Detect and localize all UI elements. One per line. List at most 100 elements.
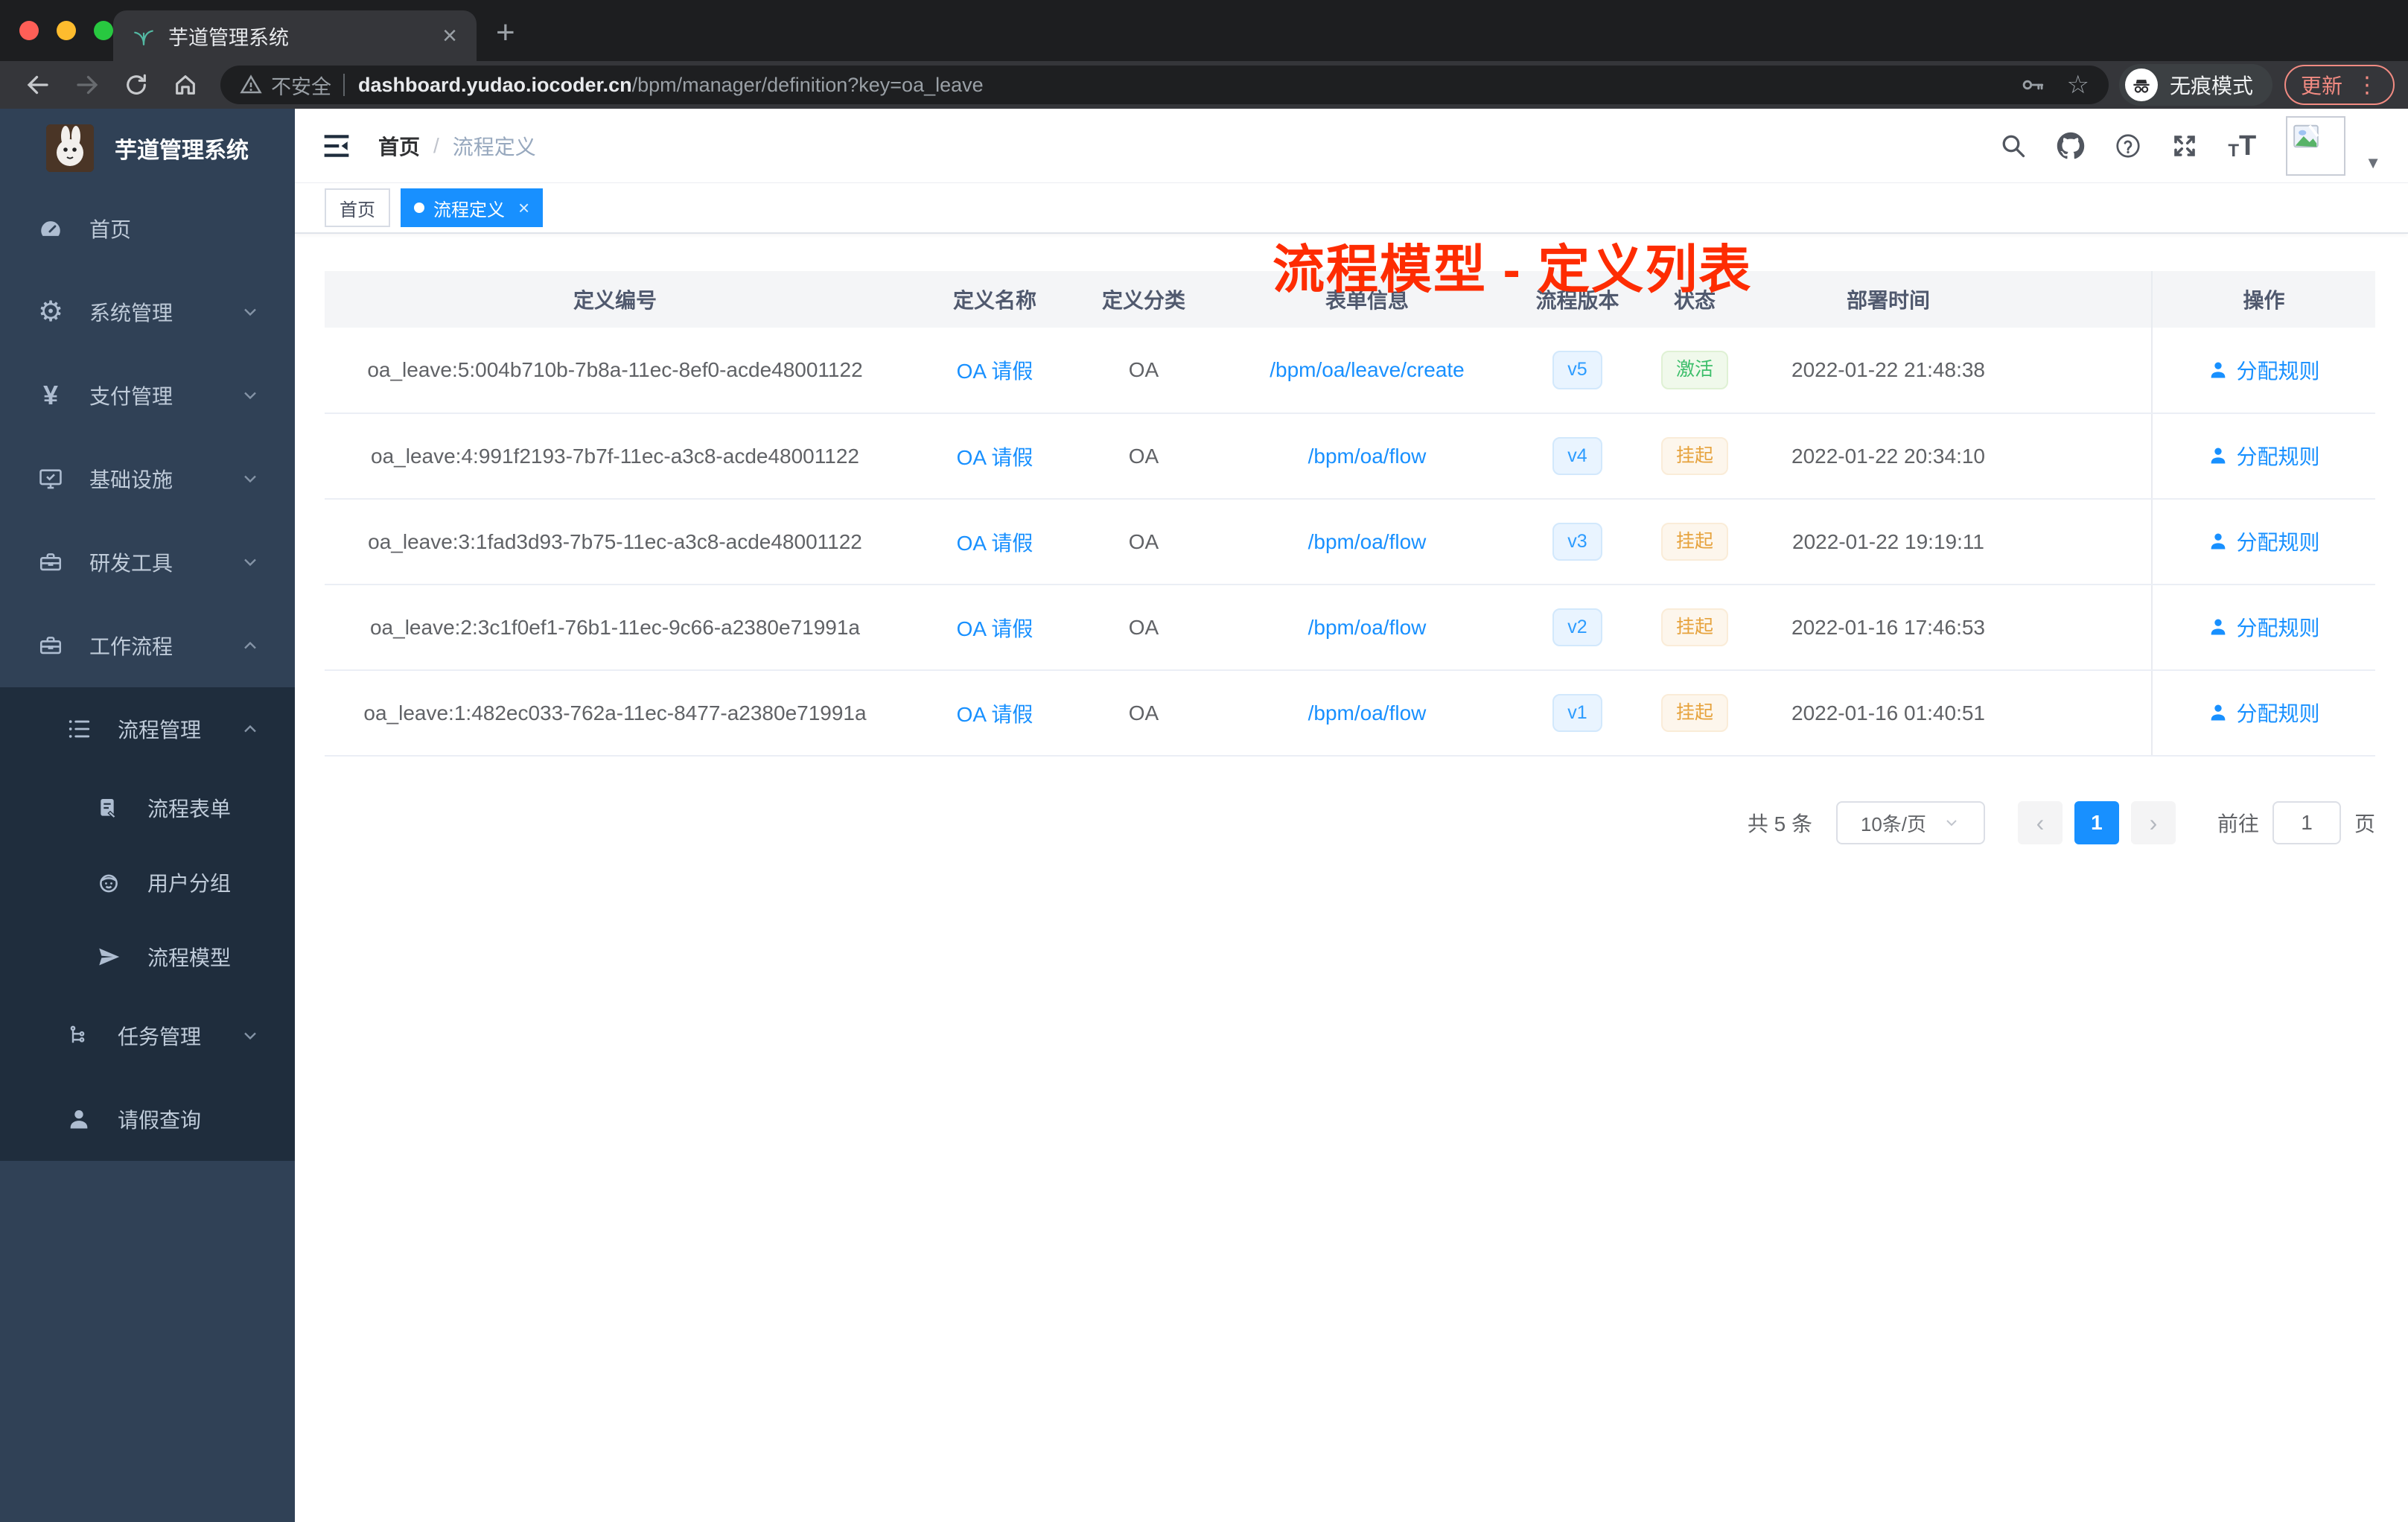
form-link[interactable]: /bpm/oa/flow xyxy=(1308,445,1427,468)
sidebar-toggle-icon[interactable] xyxy=(322,133,351,159)
incognito-badge: 无痕模式 xyxy=(2118,64,2272,106)
sidebar-item-process-form[interactable]: 流程表单 xyxy=(0,771,295,845)
new-tab-button[interactable]: + xyxy=(496,16,515,49)
bookmark-star-icon[interactable]: ☆ xyxy=(2066,70,2089,100)
sidebar-logo[interactable]: 芋道管理系统 xyxy=(0,109,295,187)
status-badge: 激活 xyxy=(1660,351,1728,389)
goto-page-input[interactable] xyxy=(2272,801,2341,844)
reload-icon[interactable] xyxy=(112,72,161,98)
sidebar-item-user-group[interactable]: 用户分组 xyxy=(0,845,295,920)
close-window-button[interactable] xyxy=(19,21,39,40)
assign-rule-button[interactable]: 分配规则 xyxy=(2208,612,2320,642)
tag-process-definition[interactable]: 流程定义 × xyxy=(401,188,544,227)
assign-rule-button[interactable]: 分配规则 xyxy=(2208,526,2320,556)
next-page-button[interactable]: › xyxy=(2130,801,2176,844)
avatar[interactable] xyxy=(2286,115,2346,176)
table-row: oa_leave:2:3c1f0ef1-76b1-11ec-9c66-a2380… xyxy=(325,585,2375,671)
assign-rule-button[interactable]: 分配规则 xyxy=(2208,441,2320,471)
col-definition-category: 定义分类 xyxy=(1084,271,1203,328)
password-key-icon[interactable] xyxy=(2020,72,2045,98)
definition-name-link[interactable]: OA 请假 xyxy=(957,360,1033,383)
annotation-title: 流程模型 - 定义列表 xyxy=(1273,241,1753,299)
assign-rule-button[interactable]: 分配规则 xyxy=(2208,698,2320,727)
sidebar-item-label: 流程模型 xyxy=(147,946,232,969)
monitor-icon xyxy=(36,466,66,491)
sidebar-item-leave-query[interactable]: 请假查询 xyxy=(0,1077,295,1161)
sidebar-item-process-model[interactable]: 流程模型 xyxy=(0,920,295,994)
sidebar-item-dev-tools[interactable]: 研发工具 xyxy=(0,520,295,604)
font-size-icon[interactable]: TT xyxy=(2228,132,2256,160)
sidebar-item-workflow[interactable]: 工作流程 xyxy=(0,604,295,687)
tab-close-icon[interactable]: × xyxy=(442,23,457,48)
security-label[interactable]: 不安全 xyxy=(271,71,331,100)
version-badge[interactable]: v5 xyxy=(1552,351,1602,389)
col-definition-name: 定义名称 xyxy=(905,271,1084,328)
sidebar-item-task-management[interactable]: 任务管理 xyxy=(0,994,295,1077)
sidebar-menu: 首页 ⚙ 系统管理 ¥ 支付管理 基础设施 研发工具 工作流程 流程管理 流程表… xyxy=(0,187,295,1522)
tag-home[interactable]: 首页 xyxy=(325,188,390,227)
avatar-caret-icon[interactable]: ▼ xyxy=(2365,153,2381,173)
zoom-window-button[interactable] xyxy=(94,21,113,40)
definition-name-link[interactable]: OA 请假 xyxy=(957,446,1033,469)
total-count: 共 5 条 xyxy=(1747,812,1812,835)
form-link[interactable]: /bpm/oa/leave/create xyxy=(1270,358,1465,381)
form-link[interactable]: /bpm/oa/flow xyxy=(1308,616,1427,639)
toolbox-icon xyxy=(36,550,66,575)
sidebar-item-payment[interactable]: ¥ 支付管理 xyxy=(0,354,295,437)
browser-tabstrip: 芋道管理系统 × + xyxy=(0,0,2408,61)
chevron-up-icon xyxy=(240,719,261,739)
tag-label: 首页 xyxy=(340,200,375,220)
breadcrumb-home[interactable]: 首页 xyxy=(378,131,420,161)
cell-deploy-time: 2022-01-16 17:46:53 xyxy=(1765,585,2011,671)
search-icon[interactable] xyxy=(2000,133,2027,159)
browser-menu-icon[interactable]: ⋮ xyxy=(2356,72,2378,98)
help-question-icon[interactable] xyxy=(2115,133,2141,159)
version-badge[interactable]: v3 xyxy=(1552,522,1602,561)
minimize-window-button[interactable] xyxy=(57,21,76,40)
definition-name-link[interactable]: OA 请假 xyxy=(957,703,1033,726)
col-operation: 操作 xyxy=(2151,271,2375,328)
window-controls[interactable] xyxy=(19,21,113,40)
chrome-update-button[interactable]: 更新 ⋮ xyxy=(2284,65,2395,105)
url-domain: dashboard.yudao.iocoder.cn xyxy=(358,73,632,96)
forward-icon[interactable] xyxy=(63,71,112,98)
sidebar-item-home[interactable]: 首页 xyxy=(0,187,295,270)
active-dot-icon xyxy=(414,203,424,213)
sidebar-item-label: 支付管理 xyxy=(89,385,173,408)
chevron-down-icon xyxy=(240,1025,261,1046)
sidebar-item-system[interactable]: ⚙ 系统管理 xyxy=(0,270,295,354)
paper-plane-icon xyxy=(94,944,124,969)
home-icon[interactable] xyxy=(161,72,210,98)
github-icon[interactable] xyxy=(2057,132,2085,160)
back-icon[interactable] xyxy=(13,71,63,98)
form-link[interactable]: /bpm/oa/flow xyxy=(1308,530,1427,553)
form-link[interactable]: /bpm/oa/flow xyxy=(1308,701,1427,725)
chevron-down-icon xyxy=(240,552,261,573)
fullscreen-icon[interactable] xyxy=(2171,133,2198,159)
sidebar-item-label: 请假查询 xyxy=(118,1109,202,1132)
tab-title: 芋道管理系统 xyxy=(168,26,289,49)
incognito-icon xyxy=(2124,69,2158,101)
version-badge[interactable]: v1 xyxy=(1552,693,1602,733)
sidebar-item-label: 系统管理 xyxy=(89,302,173,325)
definition-name-link[interactable]: OA 请假 xyxy=(957,617,1033,640)
sidebar-item-infrastructure[interactable]: 基础设施 xyxy=(0,437,295,520)
browser-tab[interactable]: 芋道管理系统 × xyxy=(113,10,477,61)
cell-id: oa_leave:1:482ec033-762a-11ec-8477-a2380… xyxy=(325,670,905,757)
version-badge[interactable]: v4 xyxy=(1552,436,1602,476)
tag-close-icon[interactable]: × xyxy=(518,197,529,220)
page-size-select[interactable]: 10条/页 xyxy=(1835,801,1985,844)
assign-rule-button[interactable]: 分配规则 xyxy=(2208,355,2320,385)
browser-toolbar: 不安全 dashboard.yudao.iocoder.cn/bpm/manag… xyxy=(0,61,2408,109)
prev-page-button[interactable]: ‹ xyxy=(2017,801,2063,844)
sidebar-item-process-management[interactable]: 流程管理 xyxy=(0,687,295,771)
cell-category: OA xyxy=(1084,670,1203,757)
version-badge[interactable]: v2 xyxy=(1552,608,1602,647)
incognito-label: 无痕模式 xyxy=(2169,74,2253,98)
address-bar[interactable]: 不安全 dashboard.yudao.iocoder.cn/bpm/manag… xyxy=(220,66,2109,104)
definition-name-link[interactable]: OA 请假 xyxy=(957,532,1033,555)
sidebar-item-label: 工作流程 xyxy=(89,635,173,658)
page-number-button[interactable]: 1 xyxy=(2074,801,2119,844)
table-row: oa_leave:3:1fad3d93-7b75-11ec-a3c8-acde4… xyxy=(325,499,2375,585)
cell-category: OA xyxy=(1084,413,1203,500)
